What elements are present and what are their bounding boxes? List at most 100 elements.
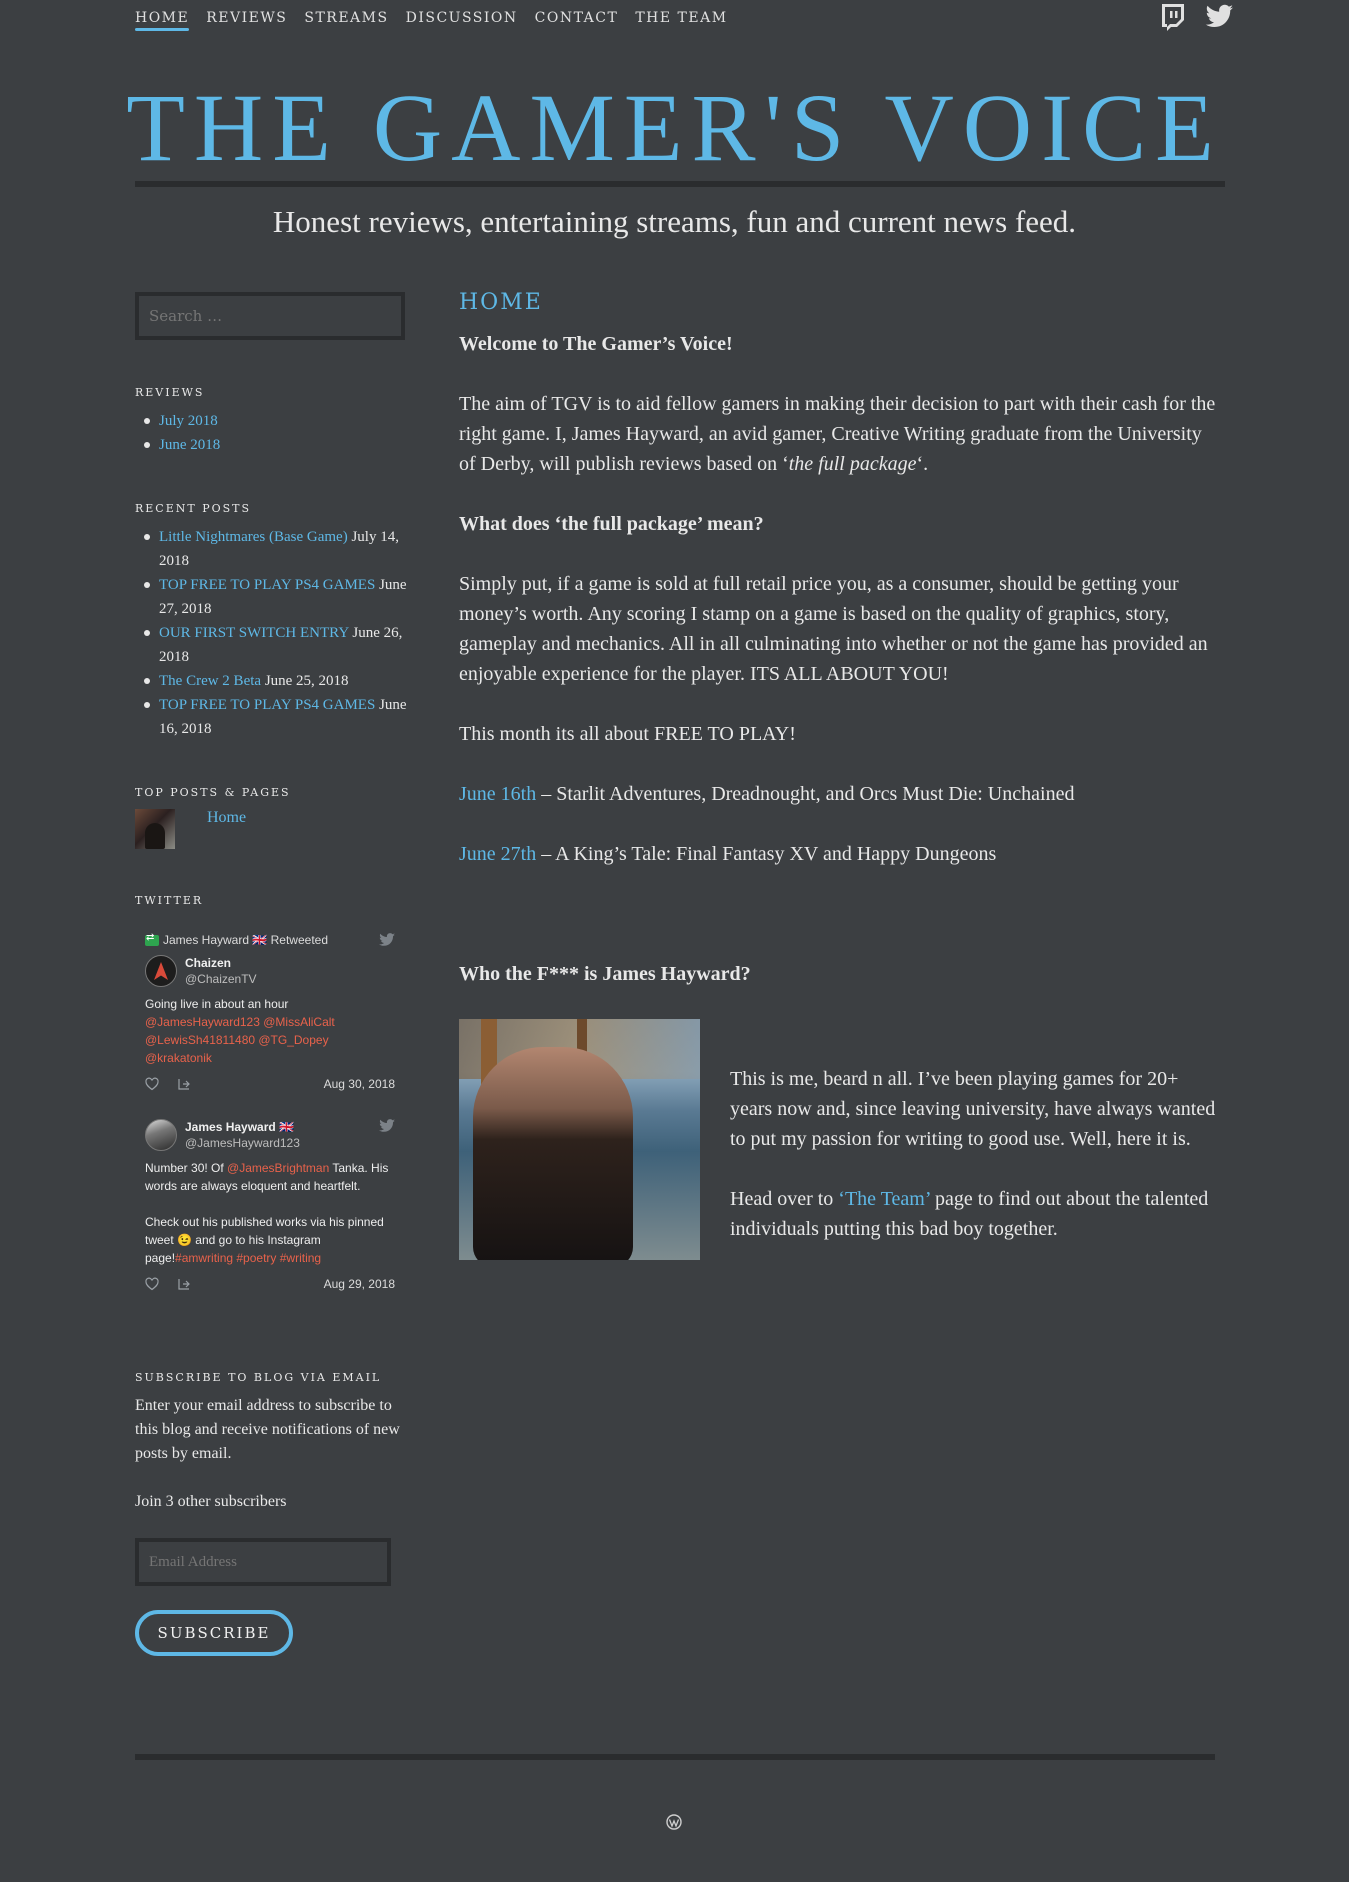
schedule-text: – Starlit Adventures, Dreadnought, and O… xyxy=(536,783,1075,805)
recent-post-link[interactable]: The Crew 2 Beta xyxy=(159,673,261,689)
tweet-body: Going live in about an hour xyxy=(145,997,289,1011)
wordpress-icon[interactable] xyxy=(666,1814,682,1830)
tweet[interactable]: James Hayward 🇬🇧 Retweeted Chaizen @Chai… xyxy=(135,925,405,1101)
team-paragraph: Head over to ‘The Team’ page to find out… xyxy=(730,1184,1219,1244)
twitter-widget: TWITTER James Hayward 🇬🇧 Retweeted Chaiz… xyxy=(135,894,407,1301)
tweet-author[interactable]: Chaizen @ChaizenTV xyxy=(145,955,395,987)
archive-link-july-2018[interactable]: July 2018 xyxy=(159,413,218,429)
the-team-link[interactable]: ‘The Team’ xyxy=(838,1188,930,1210)
nav-item-discussion[interactable]: DISCUSSION xyxy=(406,10,518,30)
month-line: This month its all about FREE TO PLAY! xyxy=(459,723,796,745)
list-item: OUR FIRST SWITCH ENTRY June 26, 2018 xyxy=(135,621,407,669)
post-date: June 25, 2018 xyxy=(264,673,349,689)
site-tagline: Honest reviews, entertaining streams, fu… xyxy=(272,204,1077,239)
tweet-text: Going live in about an hour @JamesHaywar… xyxy=(145,995,395,1067)
aim-emphasis: the full package xyxy=(788,453,917,475)
list-item: July 2018 xyxy=(135,409,407,433)
author-handle[interactable]: @ChaizenTV xyxy=(185,972,257,986)
avatar[interactable] xyxy=(145,1119,177,1151)
aim-paragraph: The aim of TGV is to aid fellow gamers i… xyxy=(459,389,1219,479)
aim-text-end: ‘. xyxy=(916,453,929,475)
widget-title-top-posts: TOP POSTS & PAGES xyxy=(135,786,291,799)
schedule-item: June 16th – Starlit Adventures, Dreadnou… xyxy=(459,779,1219,809)
list-item: TOP FREE TO PLAY PS4 GAMES June 27, 2018 xyxy=(135,573,407,621)
nav-item-streams[interactable]: STREAMS xyxy=(304,10,388,30)
tweet-author[interactable]: James Hayward 🇬🇧 @JamesHayward123 xyxy=(145,1119,395,1151)
twitter-timeline: James Hayward 🇬🇧 Retweeted Chaizen @Chai… xyxy=(135,925,405,1301)
search-input[interactable] xyxy=(135,292,405,340)
tweet[interactable]: James Hayward 🇬🇧 @JamesHayward123 Number… xyxy=(135,1111,405,1301)
list-item: TOP FREE TO PLAY PS4 GAMES June 16, 2018 xyxy=(135,693,407,741)
retweet-by: James Hayward 🇬🇧 Retweeted xyxy=(163,933,329,947)
archive-link-june-2018[interactable]: June 2018 xyxy=(159,437,220,453)
main-navigation: HOME REVIEWS STREAMS DISCUSSION CONTACT … xyxy=(135,10,728,31)
schedule-link-june-16th[interactable]: June 16th xyxy=(459,783,536,805)
full-package-heading: What does ‘the full package’ mean? xyxy=(459,513,764,535)
recent-posts-widget: RECENT POSTS Little Nightmares (Base Gam… xyxy=(135,502,407,741)
profile-photo xyxy=(459,1019,700,1260)
share-icon[interactable] xyxy=(177,1277,191,1291)
nav-item-contact[interactable]: CONTACT xyxy=(535,10,619,30)
explanation-paragraph: Simply put, if a game is sold at full re… xyxy=(459,573,1208,685)
footer-divider xyxy=(135,1754,1215,1760)
header-divider xyxy=(135,181,1225,187)
like-icon[interactable] xyxy=(145,1277,159,1291)
recent-post-link[interactable]: Little Nightmares (Base Game) xyxy=(159,529,348,545)
profile-section: This is me, beard n all. I’ve been playi… xyxy=(459,1019,1219,1260)
avatar[interactable] xyxy=(145,955,177,987)
site-title[interactable]: THE GAMER'S VOICE xyxy=(0,80,1349,176)
subscribe-widget: SUBSCRIBE TO BLOG VIA EMAIL Enter your e… xyxy=(135,1371,407,1656)
twitter-icon[interactable] xyxy=(1203,0,1235,32)
tweet-mentions[interactable]: @JamesHayward123 @MissAliCalt @LewisSh41… xyxy=(145,1015,335,1065)
tweet-actions: Aug 29, 2018 xyxy=(145,1277,395,1291)
widget-title-reviews: REVIEWS xyxy=(135,386,205,399)
tweet-mention[interactable]: @JamesBrightman xyxy=(227,1161,329,1175)
main-content: HOME Welcome to The Gamer’s Voice! The a… xyxy=(459,290,1219,1260)
widget-title-recent-posts: RECENT POSTS xyxy=(135,502,252,515)
tweet-date[interactable]: Aug 30, 2018 xyxy=(324,1077,395,1091)
retweet-icon xyxy=(145,932,159,946)
recent-post-link[interactable]: TOP FREE TO PLAY PS4 GAMES xyxy=(159,577,375,593)
author-handle[interactable]: @JamesHayward123 xyxy=(185,1136,300,1150)
page-title: HOME xyxy=(459,290,543,315)
recent-post-link[interactable]: OUR FIRST SWITCH ENTRY xyxy=(159,625,349,641)
twitter-bird-icon[interactable] xyxy=(379,1119,395,1133)
top-post-thumbnail[interactable] xyxy=(135,809,175,849)
widget-title-subscribe: SUBSCRIBE TO BLOG VIA EMAIL xyxy=(135,1371,382,1384)
share-icon[interactable] xyxy=(177,1077,191,1091)
email-field[interactable] xyxy=(135,1538,391,1586)
welcome-heading: Welcome to The Gamer’s Voice! xyxy=(459,333,733,355)
recent-post-link[interactable]: TOP FREE TO PLAY PS4 GAMES xyxy=(159,697,375,713)
widget-title-twitter: TWITTER xyxy=(135,894,204,907)
tweet-hashtags[interactable]: #amwriting #poetry #writing xyxy=(175,1251,321,1265)
author-name[interactable]: Chaizen xyxy=(185,956,257,970)
team-text: Head over to xyxy=(730,1188,839,1210)
top-post-item: Home xyxy=(135,809,407,849)
top-posts-widget: TOP POSTS & PAGES Home xyxy=(135,786,407,849)
tweet-actions: Aug 30, 2018 xyxy=(145,1077,395,1091)
who-heading: Who the F*** is James Hayward? xyxy=(459,963,751,985)
nav-item-home[interactable]: HOME xyxy=(135,10,190,31)
list-item: The Crew 2 Beta June 25, 2018 xyxy=(135,669,407,693)
like-icon[interactable] xyxy=(145,1077,159,1091)
list-item: June 2018 xyxy=(135,433,407,457)
schedule-text: – A King’s Tale: Final Fantasy XV and Ha… xyxy=(536,843,997,865)
reviews-widget: REVIEWS July 2018 June 2018 xyxy=(135,386,407,457)
twitter-bird-icon[interactable] xyxy=(379,933,395,947)
schedule-item: June 27th – A King’s Tale: Final Fantasy… xyxy=(459,839,1219,869)
subscriber-count: Join 3 other subscribers xyxy=(135,1493,287,1510)
twitch-icon[interactable] xyxy=(1157,0,1189,32)
sidebar: REVIEWS July 2018 June 2018 RECENT POSTS… xyxy=(135,292,407,1656)
subscribe-button[interactable]: SUBSCRIBE xyxy=(135,1610,293,1656)
bio-paragraph: This is me, beard n all. I’ve been playi… xyxy=(730,1068,1216,1150)
social-links xyxy=(1157,0,1235,32)
tweet-date[interactable]: Aug 29, 2018 xyxy=(324,1277,395,1291)
tweet-body: Number 30! Of xyxy=(145,1161,228,1175)
author-name[interactable]: James Hayward 🇬🇧 xyxy=(185,1120,300,1134)
subscribe-description: Enter your email address to subscribe to… xyxy=(135,1397,400,1462)
nav-item-reviews[interactable]: REVIEWS xyxy=(206,10,287,30)
schedule-link-june-27th[interactable]: June 27th xyxy=(459,843,536,865)
nav-item-the-team[interactable]: THE TEAM xyxy=(635,10,727,30)
top-post-link-home[interactable]: Home xyxy=(207,809,246,827)
list-item: Little Nightmares (Base Game) July 14, 2… xyxy=(135,525,407,573)
